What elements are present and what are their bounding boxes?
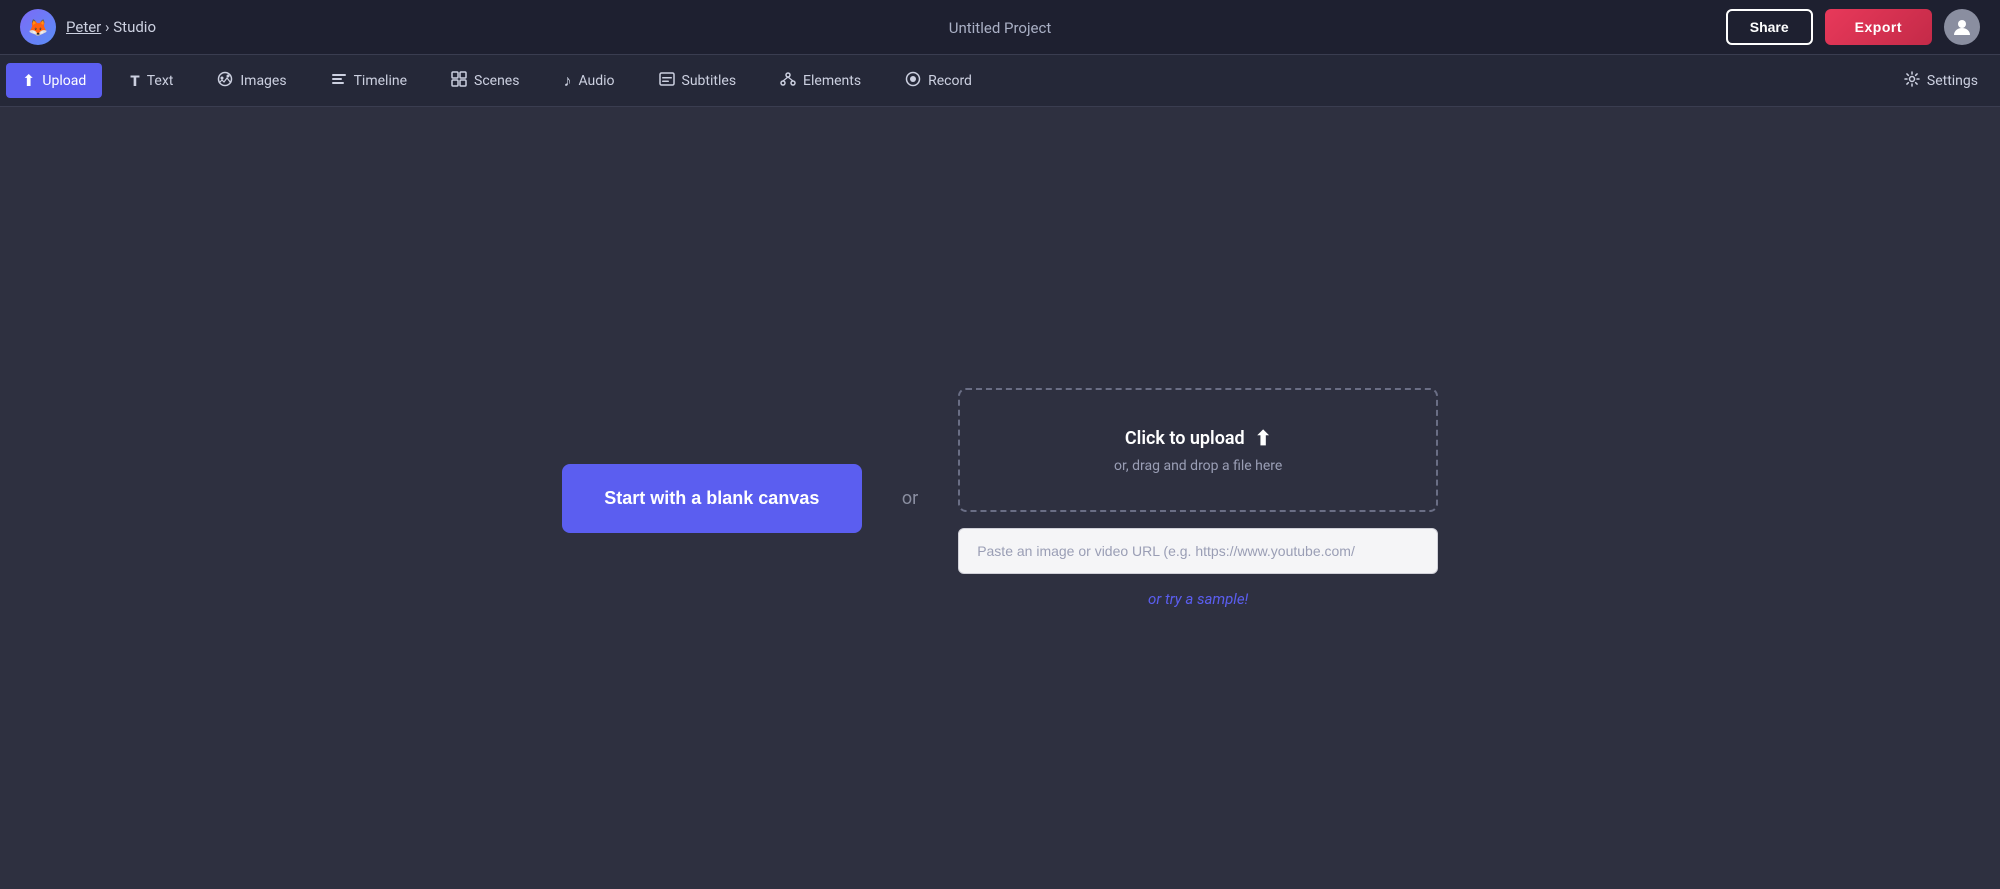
nav-label-images: Images [240, 73, 286, 89]
top-bar: 🦊 Peter › Studio Untitled Project Share … [0, 0, 2000, 55]
breadcrumb-user-link[interactable]: Peter [66, 18, 101, 36]
nav-label-audio: Audio [578, 73, 614, 89]
upload-right-panel: Click to upload ⬆ or, drag and drop a fi… [958, 388, 1438, 608]
nav-label-scenes: Scenes [474, 73, 519, 89]
user-profile-icon[interactable] [1944, 9, 1980, 45]
upload-icon: ⬆ [22, 71, 35, 90]
audio-icon: ♪ [563, 71, 571, 91]
timeline-icon [331, 71, 347, 91]
project-title: Untitled Project [949, 19, 1052, 37]
upload-arrow-icon: ⬆ [1255, 426, 1272, 450]
nav-label-settings: Settings [1927, 73, 1978, 89]
nav-label-elements: Elements [803, 73, 861, 89]
nav-label-timeline: Timeline [354, 73, 407, 89]
top-bar-left: 🦊 Peter › Studio [20, 9, 156, 45]
breadcrumb-separator: › [105, 18, 113, 36]
avatar-emoji: 🦊 [28, 18, 48, 37]
settings-icon [1904, 71, 1920, 91]
nav-item-timeline[interactable]: Timeline [309, 55, 429, 106]
main-content: Start with a blank canvas or Click to up… [0, 107, 2000, 889]
nav-label-upload: Upload [42, 73, 86, 89]
nav-item-record[interactable]: Record [883, 55, 994, 106]
nav-item-subtitles[interactable]: Subtitles [637, 55, 759, 106]
nav-item-upload[interactable]: ⬆ Upload [6, 63, 102, 98]
share-button[interactable]: Share [1726, 9, 1813, 45]
upload-dropzone-text: Click to upload ⬆ [990, 426, 1406, 450]
nav-label-record: Record [928, 73, 972, 89]
nav-label-text: Text [147, 73, 174, 89]
nav-item-scenes[interactable]: Scenes [429, 55, 541, 106]
text-icon: T [130, 72, 139, 90]
nav-bar: ⬆ Upload T Text Images Timeline [0, 55, 2000, 107]
upload-dropzone[interactable]: Click to upload ⬆ or, drag and drop a fi… [958, 388, 1438, 512]
nav-item-elements[interactable]: Elements [758, 55, 883, 106]
breadcrumb: Peter › Studio [66, 18, 156, 36]
breadcrumb-section: Studio [113, 18, 156, 36]
or-divider: or [902, 488, 918, 509]
subtitles-icon [659, 71, 675, 91]
project-title-container: Untitled Project [949, 18, 1052, 37]
scenes-icon [451, 71, 467, 91]
elements-icon [780, 71, 796, 91]
export-button[interactable]: Export [1825, 9, 1932, 45]
try-sample-link[interactable]: or try a sample! [958, 590, 1438, 608]
click-to-upload-label: Click to upload [1125, 428, 1245, 449]
nav-item-settings[interactable]: Settings [1882, 55, 2000, 106]
top-bar-right: Share Export [1726, 9, 1980, 45]
nav-item-images[interactable]: Images [195, 55, 308, 106]
record-icon [905, 71, 921, 91]
blank-canvas-button[interactable]: Start with a blank canvas [562, 464, 862, 533]
nav-item-audio[interactable]: ♪ Audio [541, 55, 636, 106]
url-input[interactable] [958, 528, 1438, 574]
nav-label-subtitles: Subtitles [682, 73, 737, 89]
upload-dropzone-sub: or, drag and drop a file here [990, 458, 1406, 474]
center-container: Start with a blank canvas or Click to up… [562, 388, 1438, 608]
nav-item-text[interactable]: T Text [108, 55, 195, 106]
images-icon [217, 71, 233, 91]
user-avatar[interactable]: 🦊 [20, 9, 56, 45]
